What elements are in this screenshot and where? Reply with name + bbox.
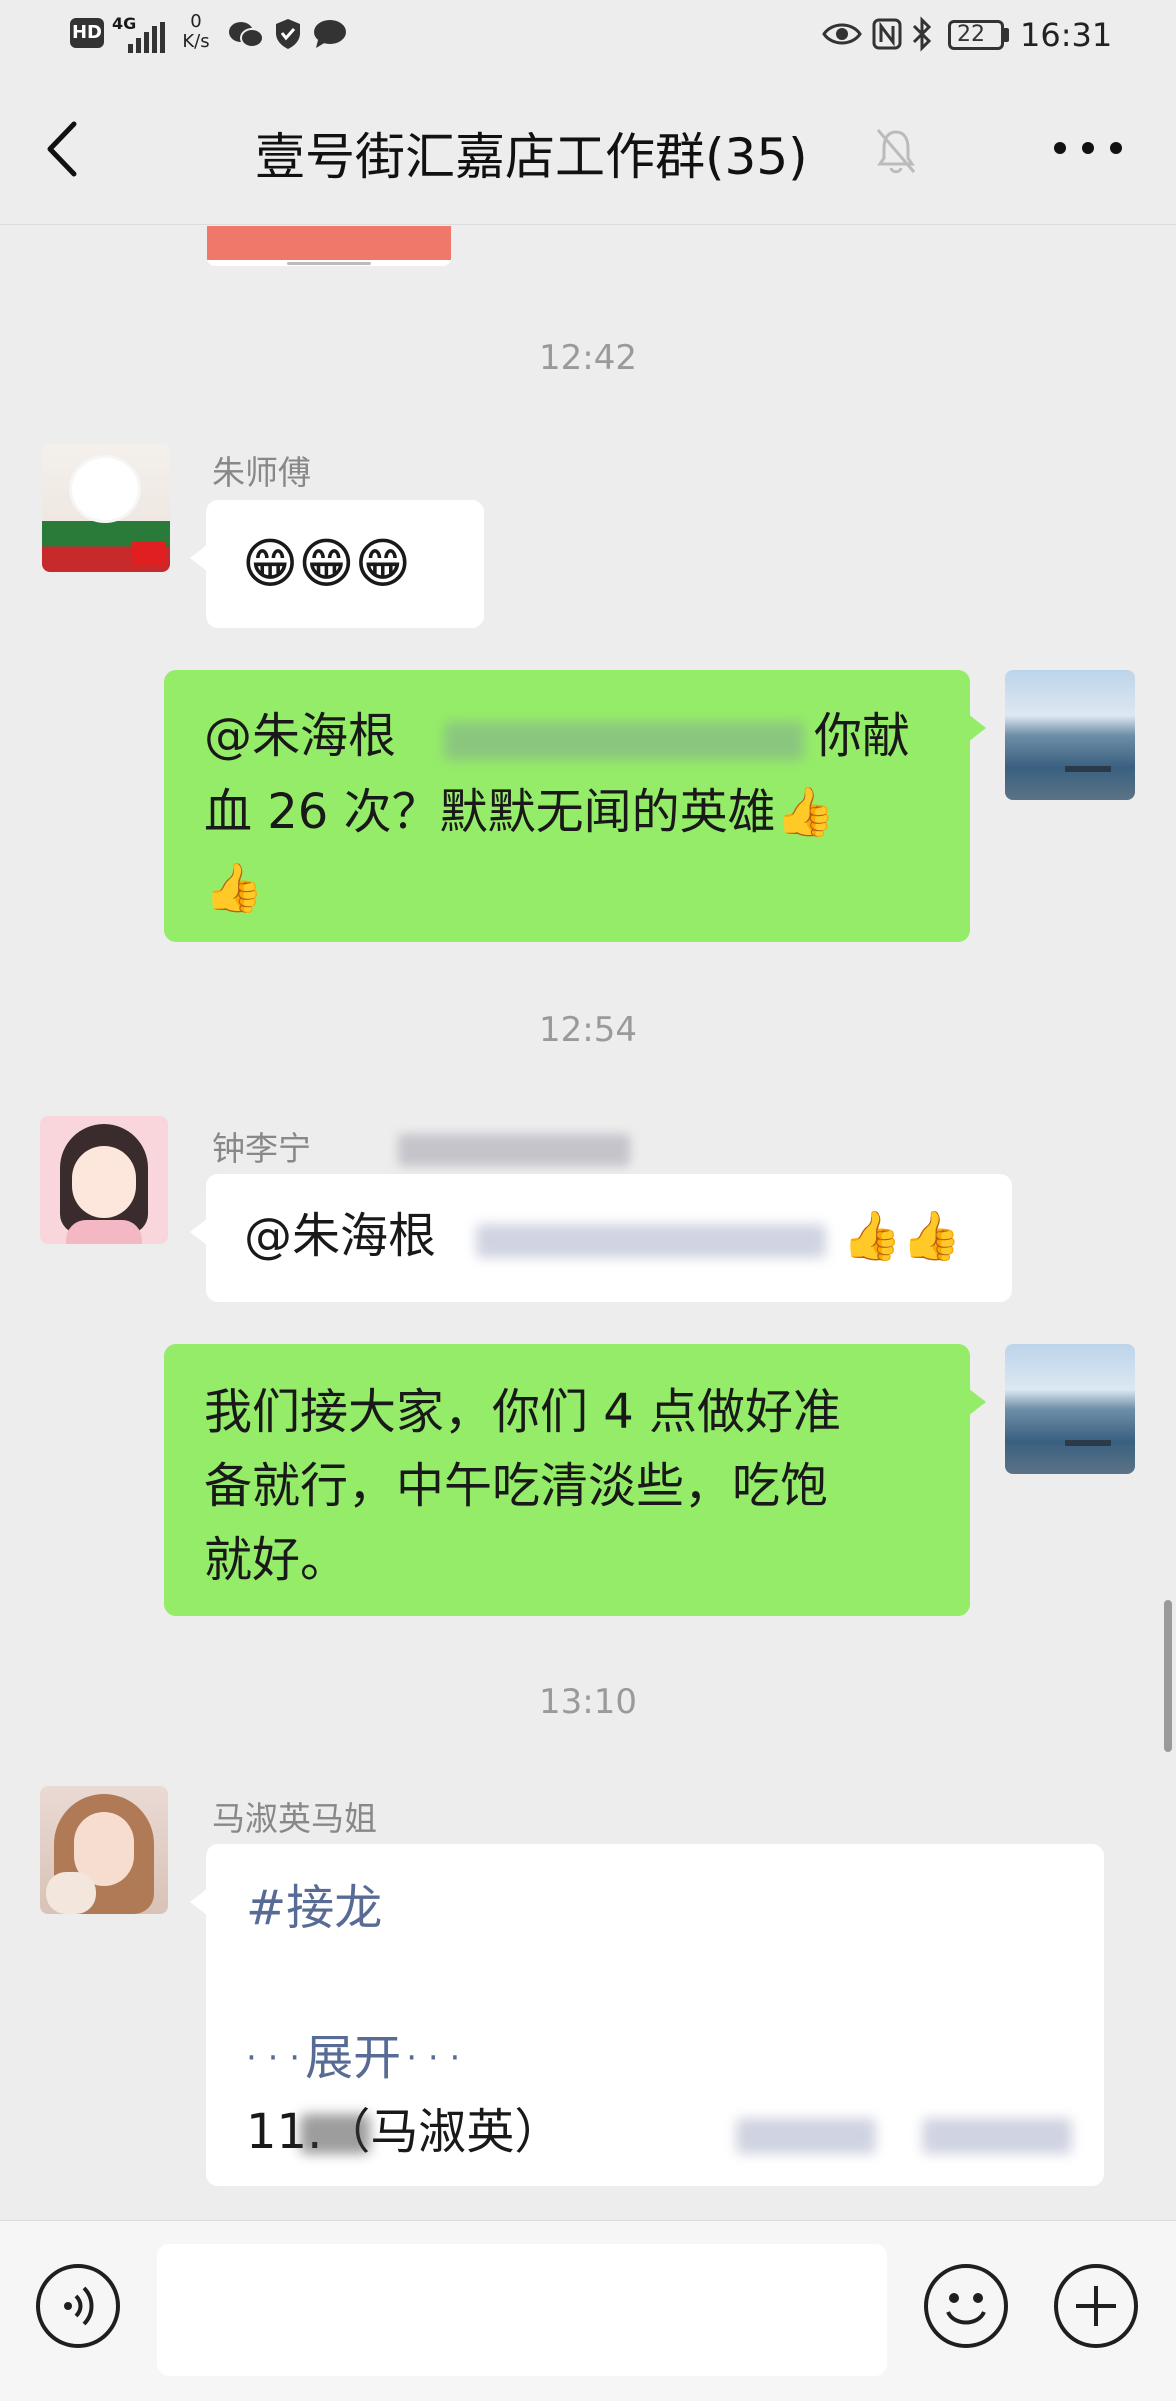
clock: 16:31 — [1020, 16, 1113, 54]
message-bubble-self[interactable]: 我们接大家，你们 4 点做好准 备就行，中午吃清淡些，吃饱 就好。 — [164, 1344, 986, 1616]
message-line: 备就行，中午吃清淡些，吃饱 — [204, 1458, 829, 1514]
list-item: 11.（马淑英） — [246, 2094, 562, 2170]
dots: · · · — [406, 2038, 461, 2078]
signal-icon: 4G — [112, 14, 165, 54]
timestamp: 12:42 — [539, 338, 637, 378]
redacted-text — [476, 1224, 826, 1258]
avatar[interactable] — [40, 1786, 168, 1914]
message-text: 😁😁😁 — [242, 532, 411, 595]
dots: · · · — [246, 2038, 301, 2078]
net-speed-value: 0 — [190, 11, 202, 32]
voice-icon — [64, 2286, 94, 2326]
battery-tip — [1004, 28, 1009, 42]
voice-button[interactable] — [36, 2264, 120, 2348]
redacted-text — [444, 722, 804, 760]
redacted-text — [922, 2118, 1072, 2154]
mention-text: @朱海根 — [244, 1208, 437, 1264]
message-line: 👍 — [204, 860, 264, 916]
mute-bell-icon — [876, 129, 916, 174]
wechat-icon — [229, 22, 264, 48]
bubble-tail — [190, 544, 208, 572]
redacted-text — [398, 1134, 630, 1166]
bubble-tail — [968, 1388, 986, 1416]
list-item-text: 11.（马淑英） — [246, 2104, 563, 2160]
redacted-text — [300, 2114, 370, 2154]
sender-name: 马淑英马姐 — [212, 1799, 377, 1838]
message-bubble[interactable]: 😁😁😁 — [190, 500, 484, 628]
message-icon — [314, 20, 346, 48]
message-bubble[interactable]: @朱海根 👍👍 — [190, 1174, 1012, 1302]
self-avatar[interactable] — [1005, 670, 1135, 800]
more-options-button[interactable] — [1048, 118, 1128, 178]
message-bubble-self[interactable]: @朱海根 你献 血 26 次？默默无闻的英雄👍 👍 — [164, 670, 986, 942]
plus-icon — [1076, 2286, 1116, 2326]
timestamp: 12:54 — [539, 1010, 637, 1050]
redacted-text — [736, 2118, 876, 2154]
avatar[interactable] — [40, 1116, 168, 1244]
smiley-icon — [946, 2293, 986, 2325]
chat-header: 壹号街汇嘉店工作群(35) — [0, 72, 1176, 225]
bubble-tail — [190, 1888, 208, 1916]
self-avatar[interactable] — [1005, 1344, 1135, 1474]
hd-badge: HD — [70, 18, 104, 48]
page-title: 壹号街汇嘉店工作群(35) — [255, 128, 808, 186]
message-emoji: 👍👍 — [842, 1208, 962, 1264]
table-silhouette — [1065, 1440, 1111, 1446]
message-line: 血 26 次？默默无闻的英雄👍 — [204, 784, 836, 840]
expand-link[interactable]: 展开 — [305, 2030, 401, 2086]
previous-card-fragment[interactable] — [207, 226, 451, 266]
nfc-icon — [872, 18, 902, 50]
status-bar: HD 4G 0 K/s 22 16:31 — [0, 0, 1176, 72]
back-arrow-icon[interactable] — [42, 120, 82, 178]
message-input[interactable] — [157, 2244, 887, 2376]
bluetooth-icon — [912, 16, 932, 52]
bubble-tail — [190, 1218, 208, 1246]
shield-icon — [276, 19, 300, 49]
mention-text: @朱海根 — [204, 708, 397, 764]
sender-name: 钟李宁 — [212, 1129, 311, 1168]
cartoon-face — [72, 1146, 136, 1218]
net-speed: 0 K/s — [178, 12, 214, 52]
portrait-hand — [46, 1872, 96, 1914]
expand-row[interactable]: · · · 展开 · · · — [246, 2020, 460, 2096]
net-speed-unit: K/s — [182, 31, 210, 52]
timestamp: 13:10 — [539, 1682, 637, 1722]
cartoon-body — [66, 1220, 142, 1244]
emoji-button[interactable] — [924, 2264, 1008, 2348]
message-line: 我们接大家，你们 4 点做好准 — [204, 1384, 842, 1440]
message-line-end: 你献 — [814, 708, 911, 764]
message-bubble[interactable]: #接龙 · · · 展开 · · · 11.（马淑英） — [190, 1844, 1104, 2186]
more-dots-icon — [1054, 142, 1122, 154]
table-silhouette — [1065, 766, 1111, 772]
card-red-strip — [207, 226, 451, 260]
battery-icon: 22 — [948, 20, 1004, 50]
eye-icon — [822, 23, 862, 45]
message-line: 就好。 — [204, 1532, 349, 1588]
dog-photo — [72, 458, 138, 520]
bubble-tail — [968, 714, 986, 742]
battery-level: 22 — [957, 22, 985, 47]
card-handle — [287, 262, 371, 265]
flag-badge — [132, 542, 166, 566]
add-button[interactable] — [1054, 2264, 1138, 2348]
avatar[interactable] — [42, 444, 170, 572]
hashtag-link[interactable]: #接龙 — [246, 1870, 382, 1946]
scrollbar[interactable] — [1164, 1600, 1172, 1752]
message-line: @朱海根 — [204, 698, 396, 774]
sender-name: 朱师傅 — [212, 453, 311, 492]
